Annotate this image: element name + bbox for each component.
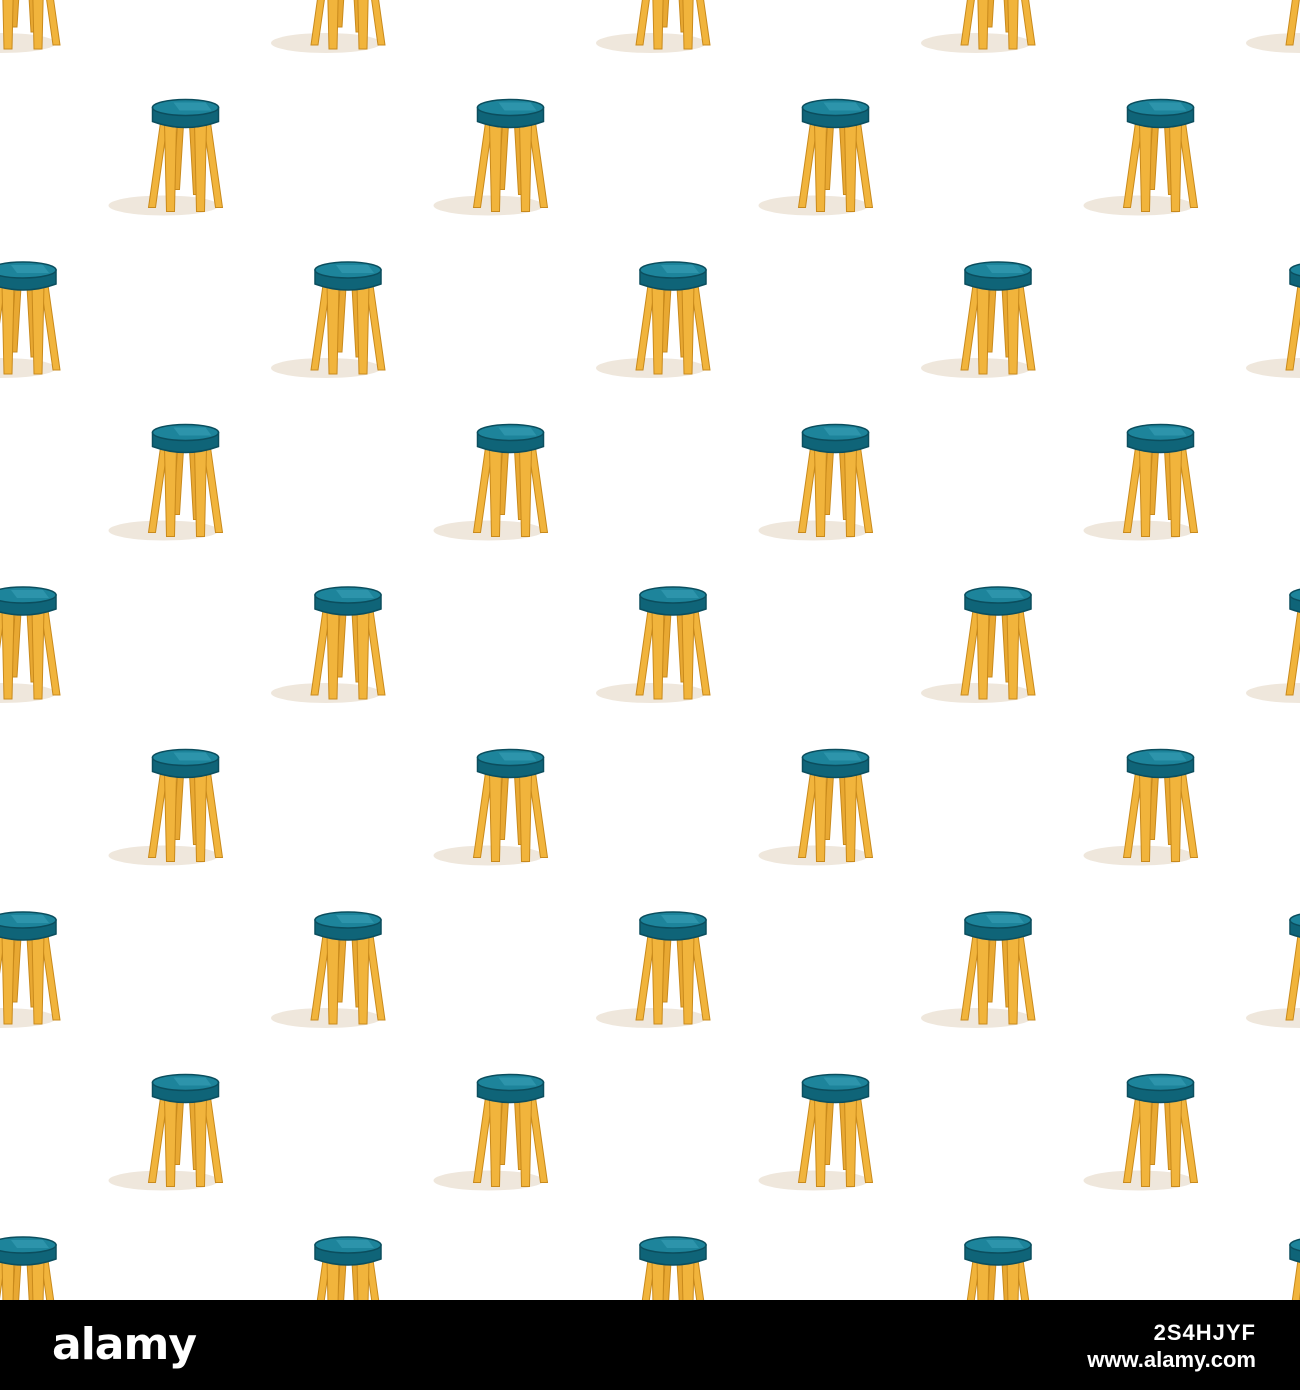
- stool-icon: [757, 1073, 874, 1192]
- stool-icon: [107, 748, 224, 867]
- stool-icon: [1245, 1236, 1300, 1300]
- stool-icon: [270, 261, 386, 379]
- site-url-label: www.alamy.com: [1087, 1347, 1256, 1372]
- watermark-footer: alamy 2S4HJYF www.alamy.com: [0, 1300, 1300, 1390]
- stool-icon: [1245, 261, 1300, 379]
- stool-pattern-svg: [0, 0, 1300, 1300]
- stool-icon: [270, 586, 386, 704]
- stool-icon: [595, 1236, 711, 1300]
- stool-icon: [1245, 911, 1300, 1029]
- stool-icon: [595, 586, 711, 704]
- stool-icon: [1245, 586, 1300, 704]
- stool-icon: [757, 748, 874, 867]
- stool-icon: [270, 1236, 386, 1300]
- stool-icon: [595, 261, 711, 379]
- alamy-logo: alamy: [52, 1319, 197, 1370]
- stool-icon: [920, 911, 1036, 1029]
- stool-icon: [270, 0, 386, 54]
- stool-icon: [1082, 748, 1199, 867]
- stool-icon: [107, 423, 224, 542]
- stool-icon: [0, 586, 61, 704]
- stool-icon: [757, 98, 874, 217]
- stool-icon: [920, 586, 1036, 704]
- stool-icon: [0, 0, 61, 54]
- stool-icon: [920, 0, 1036, 54]
- stool-icon: [107, 98, 224, 217]
- stool-icon: [920, 1236, 1036, 1300]
- image-id-label: 2S4HJYF: [1153, 1320, 1256, 1345]
- stool-icon: [432, 1073, 549, 1192]
- stool-icon: [432, 423, 549, 542]
- stool-icon: [107, 1073, 224, 1192]
- stool-icon: [432, 98, 549, 217]
- stool-icon: [0, 1236, 61, 1300]
- stool-icon: [1082, 98, 1199, 217]
- stool-icon: [595, 0, 711, 54]
- stool-icon: [1082, 423, 1199, 542]
- stool-icon: [1082, 1073, 1199, 1192]
- stool-icon: [0, 261, 61, 379]
- stool-icon: [0, 911, 61, 1029]
- stool-icon: [270, 911, 386, 1029]
- stool-icon: [920, 261, 1036, 379]
- stool-instances: [0, 0, 1300, 1300]
- stool-icon: [432, 748, 549, 867]
- stool-icon: [595, 911, 711, 1029]
- footer-info: 2S4HJYF www.alamy.com: [1087, 1320, 1256, 1374]
- stool-pattern: [0, 0, 1300, 1300]
- stool-icon: [757, 423, 874, 542]
- stool-icon: [1245, 0, 1300, 54]
